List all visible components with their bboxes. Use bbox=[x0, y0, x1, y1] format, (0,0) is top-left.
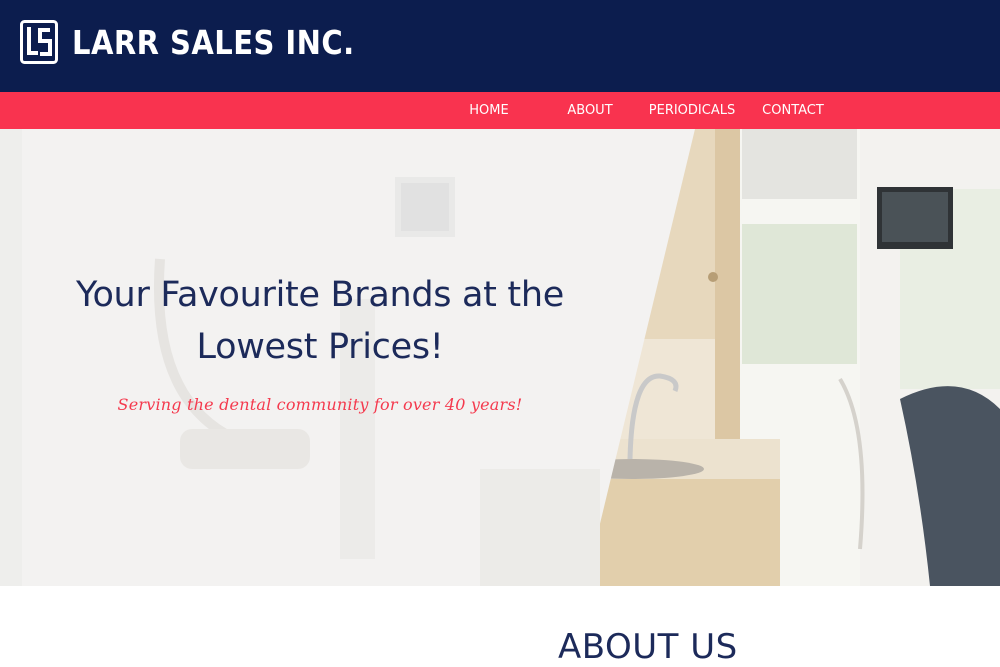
nav-home-link[interactable]: HOME bbox=[439, 92, 539, 129]
site-header: LARR SALES INC. bbox=[0, 0, 1000, 92]
ls-logo-icon[interactable] bbox=[20, 20, 58, 64]
hero-headline-line2: Lowest Prices! bbox=[196, 327, 444, 367]
hero-tagline: Serving the dental community for over 40… bbox=[117, 395, 523, 414]
hero-banner: Your Favourite Brands at the Lowest Pric… bbox=[0, 129, 1000, 586]
main-nav: HOME ABOUT PERIODICALS CONTACT bbox=[0, 92, 1000, 129]
nav-periodicals-link[interactable]: PERIODICALS bbox=[642, 92, 742, 129]
nav-contact-link[interactable]: CONTACT bbox=[743, 92, 843, 129]
brand-name[interactable]: LARR SALES INC. bbox=[72, 22, 355, 64]
hero-text-block: Your Favourite Brands at the Lowest Pric… bbox=[40, 269, 600, 414]
about-section-title: ABOUT US bbox=[558, 627, 738, 667]
nav-about-link[interactable]: ABOUT bbox=[540, 92, 640, 129]
hero-headline-line1: Your Favourite Brands at the bbox=[76, 275, 564, 315]
hero-headline: Your Favourite Brands at the Lowest Pric… bbox=[40, 269, 600, 373]
